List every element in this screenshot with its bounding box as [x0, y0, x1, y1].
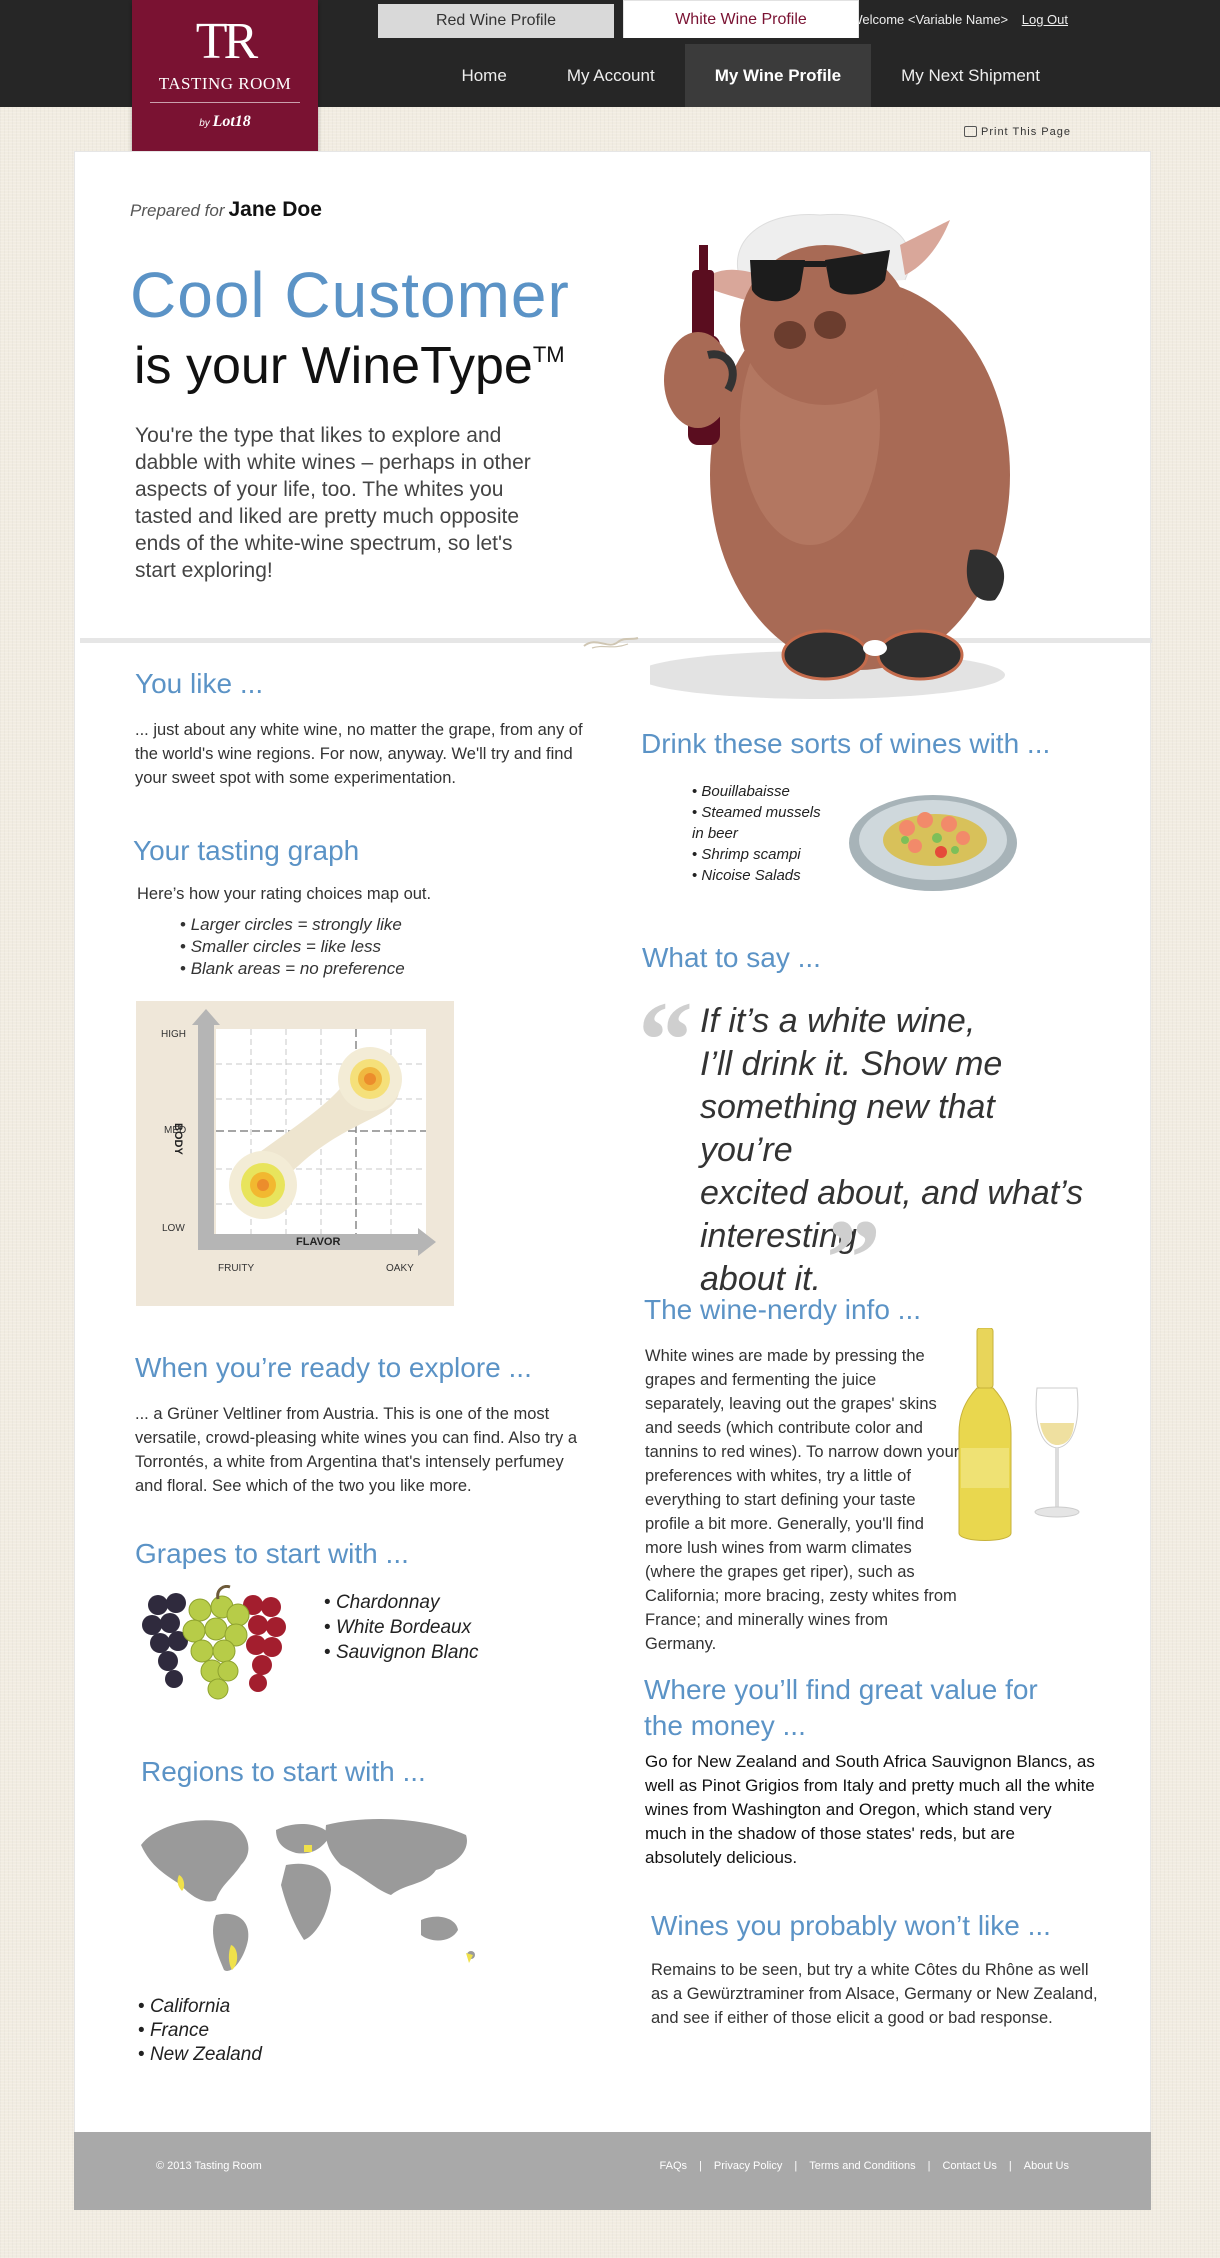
logo-brand: TASTING ROOM: [158, 74, 292, 93]
region-item: New Zealand: [138, 2043, 262, 2067]
value-text: Go for New Zealand and South Africa Sauv…: [645, 1752, 1095, 1867]
pairing-item: Nicoise Salads: [692, 865, 827, 886]
logo-rule: [150, 102, 300, 103]
wont-like-text: Remains to be seen, but try a white Côte…: [651, 1961, 1098, 2027]
seafood-dish-image: [849, 795, 1017, 891]
winetype-subtitle-text: is your WineType: [134, 337, 533, 395]
prepared-for: Prepared for Jane Doe: [130, 198, 322, 222]
grape-item: White Bordeaux: [324, 1615, 479, 1640]
print-page-link[interactable]: Print This Page: [964, 126, 1071, 138]
graph-label-high: HIGH: [161, 1029, 186, 1040]
quote-line: interesting: [700, 1217, 857, 1255]
quote-line: excited about, and what’s: [700, 1174, 1084, 1212]
what-to-say-heading: What to say ...: [642, 942, 821, 973]
nav-my-next-shipment[interactable]: My Next Shipment: [871, 44, 1070, 107]
graph-label-fruity: FRUITY: [218, 1263, 255, 1274]
region-item: France: [138, 2019, 262, 2043]
welcome-area: Welcome <Variable Name> Log Out: [850, 12, 1068, 27]
main-nav: Home My Account My Wine Profile My Next …: [431, 44, 1070, 107]
wont-like-heading: Wines you probably won’t like ...: [651, 1910, 1051, 1941]
winetype-subtitle: is your WineTypeTM: [134, 336, 565, 396]
grape-item: Chardonnay: [324, 1590, 479, 1615]
footer-separator: |: [699, 2160, 702, 2172]
winetype-title: Cool Customer: [130, 259, 570, 331]
nav-home[interactable]: Home: [431, 44, 536, 107]
customer-name: Jane Doe: [228, 198, 322, 221]
legend-item: Blank areas = no preference: [180, 958, 405, 980]
what-to-say-quote: If it’s a white wine, I’ll drink it. Sho…: [700, 1000, 1090, 1301]
copyright: © 2013 Tasting Room: [156, 2160, 262, 2172]
printer-icon: [964, 126, 977, 137]
open-quote-icon: “: [638, 979, 693, 1101]
graph-label-low: LOW: [162, 1223, 185, 1234]
legend-item: Larger circles = strongly like: [180, 914, 405, 936]
logo-by-text: by: [199, 118, 210, 129]
tab-red-wine-profile[interactable]: Red Wine Profile: [378, 4, 614, 38]
trademark: TM: [532, 342, 565, 367]
tasting-room-logo[interactable]: TR TASTING ROOM by Lot18: [132, 0, 318, 166]
grapes-image: [142, 1585, 286, 1700]
pairings-list: Bouillabaisse Steamed mussels in beer Sh…: [692, 781, 827, 886]
graph-axis-body: BODY: [172, 1123, 184, 1155]
tasting-graph-intro: Here’s how your rating choices map out.: [137, 885, 432, 903]
prepared-for-label: Prepared for: [130, 201, 225, 220]
grape-item: Sauvignon Blanc: [324, 1640, 479, 1665]
tab-white-wine-profile[interactable]: White Wine Profile: [623, 0, 859, 38]
value-heading: Where you’ll find great value for the mo…: [644, 1674, 1038, 1741]
footer-links: FAQs | Privacy Policy | Terms and Conditio…: [660, 2160, 1069, 2172]
pairing-item: Bouillabaisse: [692, 781, 827, 802]
swirl-ornament: [583, 637, 639, 649]
footer-separator: |: [794, 2160, 798, 2172]
footer-separator: |: [1008, 2160, 1012, 2172]
pairing-item: Shrimp scampi: [692, 844, 827, 865]
you-like-text: ... just about any white wine, no matter…: [135, 721, 583, 787]
footer-link-privacy[interactable]: Privacy Policy: [714, 2160, 782, 2172]
welcome-text: Welcome <Variable Name>: [850, 12, 1009, 27]
legend-item: Smaller circles = like less: [180, 936, 405, 958]
logout-link[interactable]: Log Out: [1022, 12, 1068, 27]
world-map-image: [141, 1819, 475, 1971]
print-label: Print This Page: [981, 126, 1072, 138]
pairings-heading: Drink these sorts of wines with ...: [641, 728, 1051, 759]
wine-bottle-glass-image: [958, 1328, 1080, 1541]
tasting-graph: HIGH MED LOW BODY FLAVOR FRUITY OAKY: [136, 1001, 454, 1306]
quote-line: If it’s a white wine,: [700, 1002, 976, 1040]
logo-monogram: TR: [195, 13, 258, 70]
grapes-heading: Grapes to start with ...: [135, 1538, 409, 1569]
footer-link-contact[interactable]: Contact Us: [942, 2160, 996, 2172]
footer-link-terms[interactable]: Terms and Conditions: [809, 2160, 915, 2172]
footer-separator: |: [927, 2160, 931, 2172]
tasting-graph-heading: Your tasting graph: [133, 835, 360, 866]
tasting-graph-legend: Larger circles = strongly like Smaller c…: [180, 914, 405, 980]
footer-link-faqs[interactable]: FAQs: [660, 2160, 688, 2172]
nav-my-wine-profile[interactable]: My Wine Profile: [684, 44, 872, 107]
footer-link-about[interactable]: About Us: [1024, 2160, 1069, 2172]
you-like-heading: You like ...: [135, 668, 264, 699]
graph-axis-flavor: FLAVOR: [296, 1236, 341, 1248]
bull-mascot-illustration: [650, 213, 1010, 699]
nerdy-text: White wines are made by pressing the gra…: [645, 1347, 960, 1653]
nav-my-account[interactable]: My Account: [537, 44, 685, 107]
quote-line: something new that you’re: [700, 1088, 995, 1169]
winetype-intro: You're the type that likes to explore an…: [135, 424, 531, 582]
regions-heading: Regions to start with ...: [141, 1756, 426, 1787]
explore-heading: When you’re ready to explore ...: [135, 1352, 532, 1383]
logo-by: by Lot18: [132, 113, 318, 131]
graph-label-oaky: OAKY: [386, 1263, 414, 1274]
pairing-item: Steamed mussels in beer: [692, 802, 827, 844]
region-item: California: [138, 1995, 262, 2019]
explore-text: ... a Grüner Veltliner from Austria. Thi…: [135, 1405, 578, 1495]
nerdy-heading: The wine-nerdy info ...: [644, 1294, 922, 1325]
grapes-list: Chardonnay White Bordeaux Sauvignon Blan…: [324, 1590, 479, 1665]
regions-list: California France New Zealand: [138, 1995, 262, 2067]
quote-line: I’ll drink it. Show me: [700, 1045, 1003, 1083]
logo-partner: Lot18: [212, 113, 251, 130]
close-quote-icon: ”: [826, 1197, 881, 1319]
footer: © 2013 Tasting Room FAQs | Privacy Policy…: [74, 2132, 1151, 2210]
